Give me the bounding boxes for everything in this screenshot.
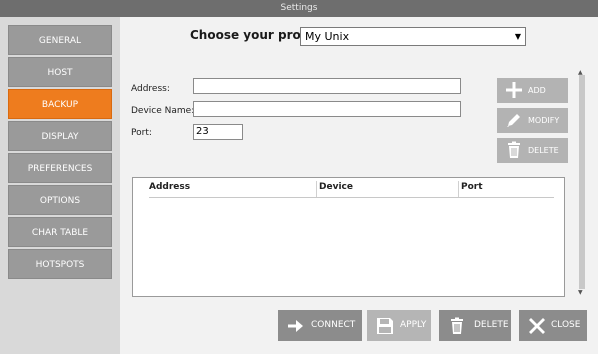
device-name-label: Device Name: bbox=[131, 106, 195, 116]
sidebar-item-options[interactable]: OPTIONS bbox=[8, 185, 112, 215]
close-x-icon bbox=[529, 318, 545, 334]
close-button-label: CLOSE bbox=[551, 320, 581, 330]
profile-dropdown[interactable]: My Unix ▼ bbox=[300, 27, 526, 46]
sidebar-item-char-table[interactable]: CHAR TABLE bbox=[8, 217, 112, 247]
sidebar-item-hotspots[interactable]: HOTSPOTS bbox=[8, 249, 112, 279]
modify-button[interactable]: MODIFY bbox=[497, 108, 568, 133]
scrollbar-track[interactable] bbox=[579, 75, 585, 289]
delete-button[interactable]: DELETE bbox=[439, 310, 511, 341]
window-title: Settings bbox=[0, 0, 598, 17]
column-header-device[interactable]: Device bbox=[319, 182, 353, 192]
connect-button[interactable]: CONNECT bbox=[278, 310, 362, 341]
add-button-label: ADD bbox=[528, 86, 546, 95]
vertical-scrollbar[interactable]: ▲ ▼ bbox=[576, 69, 589, 297]
close-button[interactable]: CLOSE bbox=[519, 310, 587, 341]
profile-value: My Unix bbox=[305, 30, 350, 43]
sidebar-item-preferences[interactable]: PREFERENCES bbox=[8, 153, 112, 183]
modify-button-label: MODIFY bbox=[528, 116, 560, 125]
column-separator bbox=[316, 181, 317, 197]
floppy-disk-icon bbox=[377, 318, 393, 334]
arrow-right-icon bbox=[288, 320, 303, 332]
connect-button-label: CONNECT bbox=[311, 320, 356, 330]
delete-button-label: DELETE bbox=[474, 320, 509, 330]
scroll-down-arrow-icon[interactable]: ▼ bbox=[578, 289, 583, 296]
sidebar-item-display[interactable]: DISPLAY bbox=[8, 121, 112, 151]
pencil-icon bbox=[507, 114, 520, 127]
dropdown-arrow-icon: ▼ bbox=[514, 32, 521, 41]
sidebar-item-host[interactable]: HOST bbox=[8, 57, 112, 87]
trash-icon bbox=[451, 317, 463, 334]
address-input[interactable] bbox=[193, 78, 461, 94]
column-header-address[interactable]: Address bbox=[149, 182, 190, 192]
port-label: Port: bbox=[131, 128, 152, 138]
plus-icon bbox=[506, 82, 522, 98]
add-button[interactable]: ADD bbox=[497, 78, 568, 103]
apply-button-label: APPLY bbox=[400, 320, 427, 330]
delete-entry-button[interactable]: DELETE bbox=[497, 138, 568, 163]
hosts-table[interactable]: Address Device Port bbox=[132, 177, 565, 297]
backup-panel: Choose your profile: My Unix ▼ Address: … bbox=[120, 17, 598, 354]
sidebar: GENERAL HOST BACKUP DISPLAY PREFERENCES … bbox=[0, 17, 120, 354]
header-divider bbox=[149, 197, 554, 198]
device-name-input[interactable] bbox=[193, 101, 461, 117]
port-input[interactable]: 23 bbox=[193, 124, 243, 140]
column-separator bbox=[458, 181, 459, 197]
sidebar-item-backup[interactable]: BACKUP bbox=[8, 89, 112, 119]
column-header-port[interactable]: Port bbox=[461, 182, 483, 192]
sidebar-item-general[interactable]: GENERAL bbox=[8, 25, 112, 55]
address-label: Address: bbox=[131, 84, 170, 94]
trash-icon bbox=[508, 141, 520, 158]
delete-entry-button-label: DELETE bbox=[528, 146, 559, 155]
apply-button[interactable]: APPLY bbox=[367, 310, 431, 341]
